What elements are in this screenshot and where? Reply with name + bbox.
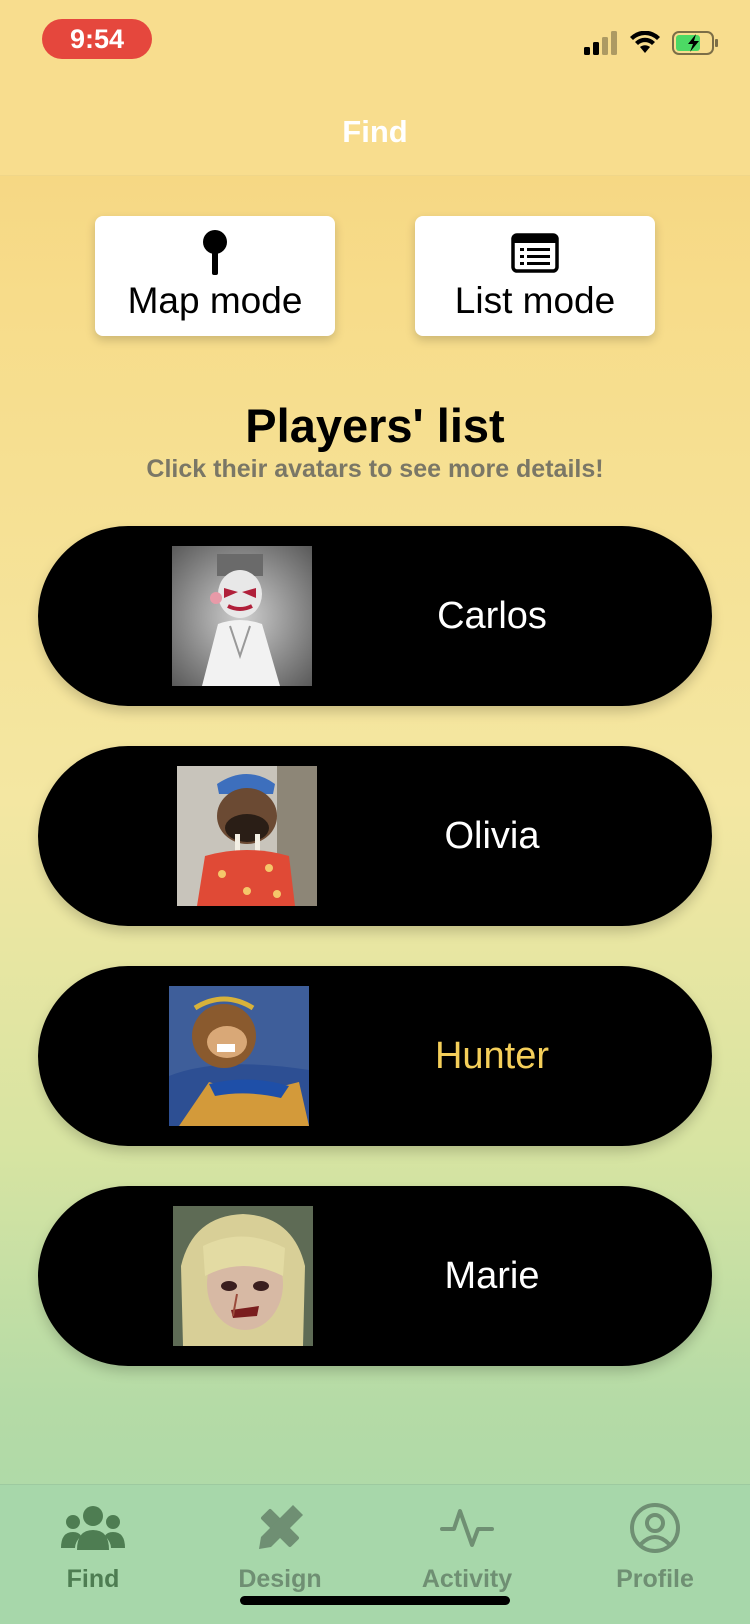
- tab-label: Design: [238, 1565, 322, 1593]
- list-mode-button[interactable]: List mode: [415, 216, 655, 336]
- player-name: Carlos: [437, 594, 547, 637]
- player-card-carlos[interactable]: Carlos: [38, 526, 712, 706]
- wifi-icon: [630, 30, 660, 60]
- signal-icon: [584, 30, 618, 60]
- page-title: Find: [342, 113, 408, 149]
- tab-label: Find: [66, 1565, 120, 1593]
- section-subtitle: Click their avatars to see more details!: [146, 455, 604, 483]
- list-icon: [511, 228, 559, 278]
- player-avatar[interactable]: [172, 546, 312, 686]
- tab-design[interactable]: Design: [205, 1485, 355, 1595]
- battery-icon: [672, 30, 720, 60]
- status-bar: 9:54: [0, 0, 750, 88]
- status-time: 9:54: [42, 19, 152, 59]
- map-mode-button[interactable]: Map mode: [95, 216, 335, 336]
- player-name: Olivia: [444, 814, 540, 857]
- player-avatar[interactable]: [173, 1206, 313, 1346]
- tab-find[interactable]: Find: [18, 1485, 168, 1595]
- map-mode-label: Map mode: [127, 280, 303, 321]
- tab-label: Profile: [616, 1565, 694, 1593]
- list-mode-label: List mode: [454, 280, 616, 321]
- map-pin-icon: [200, 228, 230, 278]
- users-icon: [61, 1499, 125, 1557]
- player-card-marie[interactable]: Marie: [38, 1186, 712, 1366]
- status-icons: [584, 30, 720, 60]
- tab-label: Activity: [421, 1565, 513, 1593]
- player-name: Marie: [444, 1254, 540, 1297]
- player-avatar[interactable]: [177, 766, 317, 906]
- player-card-hunter[interactable]: Hunter: [38, 966, 712, 1146]
- user-circle-icon: [629, 1499, 681, 1557]
- nav-header: Find: [0, 88, 750, 176]
- section-title: Players' list: [245, 399, 505, 452]
- player-name: Hunter: [434, 1034, 550, 1077]
- tab-profile[interactable]: Profile: [580, 1485, 730, 1595]
- tab-activity[interactable]: Activity: [392, 1485, 542, 1595]
- player-card-olivia[interactable]: Olivia: [38, 746, 712, 926]
- pencil-ruler-icon: [253, 1499, 307, 1557]
- player-avatar[interactable]: [169, 986, 309, 1126]
- home-indicator: [240, 1596, 510, 1605]
- activity-icon: [440, 1499, 494, 1557]
